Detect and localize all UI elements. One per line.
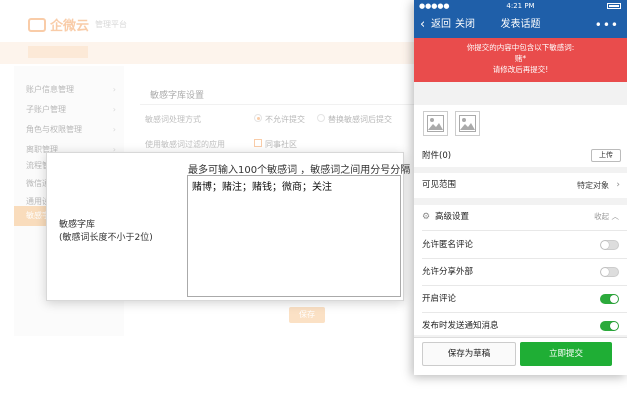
image-placeholder[interactable] [423, 111, 448, 136]
sidebar-item-roles[interactable]: 角色与权限管理 › [14, 120, 124, 140]
save-button[interactable]: 保存 [289, 307, 325, 323]
row-allow-anon: 允许匿名评论 [414, 232, 627, 258]
toggle-allow-share[interactable] [600, 267, 619, 277]
chevron-right-icon: › [112, 105, 116, 114]
advanced-settings: ⚙ 高级设置 收起 ︿ 允许匿名评论 允许分享外部 开启评论 发布时发送通知消息 [414, 205, 627, 335]
save-draft-button[interactable]: 保存为草稿 [422, 342, 516, 366]
toggle-allow-anon[interactable] [600, 240, 619, 250]
nav-bar: ‹ 返回 关闭 发表话题 ••• [414, 12, 627, 38]
image-icon [427, 115, 444, 132]
logo-text: 企微云 [50, 19, 90, 34]
row-allow-share: 允许分享外部 [414, 259, 627, 285]
admin-subtitle: 管理平台 [95, 20, 127, 29]
screenshot-stage: 企微云 管理平台 账户信息管理 › 子账户管理 › 角色与权限管理 › 离职管理 › 流… [0, 0, 627, 405]
alert-line: 请修改后再提交! [492, 65, 549, 74]
row-label: 允许匿名评论 [422, 240, 474, 250]
divider [140, 104, 420, 105]
sensitive-word-alert: 你提交的内容中包含以下敏感词: 赌* 请修改后再提交! [414, 38, 627, 82]
toggle-notify[interactable] [600, 321, 619, 331]
sidebar-item-subaccount[interactable]: 子账户管理 › [14, 100, 124, 120]
sensitive-words-dialog: 最多可输入100个敏感词 ，敏感词之间用分号分隔 敏感字库 (敏感词长度不小于2… [46, 152, 410, 301]
dialog-label: 敏感字库 (敏感词长度不小于2位) [59, 219, 153, 245]
dialog-label-note: (敏感词长度不小于2位) [59, 233, 153, 243]
sidebar-item-label: 子账户管理 [26, 105, 66, 114]
radio-disallow-label: 不允许提交 [265, 115, 305, 124]
page-title: 敏感字库设置 [150, 91, 205, 101]
gear-icon: ⚙ [422, 212, 431, 222]
advanced-label: 高级设置 [435, 212, 470, 222]
dialog-hint: 最多可输入100个敏感词 ，敏感词之间用分号分隔 [188, 165, 411, 176]
image-icon [459, 115, 476, 132]
divider [422, 230, 627, 231]
sidebar-item-account[interactable]: 账户信息管理 › [14, 80, 124, 100]
radio-replace-label: 替换敏感词后提交 [328, 115, 392, 124]
sidebar-item-label: 角色与权限管理 [26, 125, 82, 134]
row-label: 开启评论 [422, 294, 457, 304]
logo-icon [28, 18, 46, 32]
row-label: 发布时发送通知消息 [422, 321, 499, 331]
visibility-label: 可见范围 [422, 180, 457, 190]
toggle-enable-comment[interactable] [600, 294, 619, 304]
row-label: 允许分享外部 [422, 267, 474, 277]
chevron-right-icon: › [112, 85, 116, 94]
alert-word: 赌* [514, 54, 527, 63]
sidebar-item-label: 账户信息管理 [26, 85, 74, 94]
status-bar: ●●●●● 4:21 PM [414, 0, 627, 12]
checkbox-community[interactable] [254, 139, 262, 147]
row-notify: 发布时发送通知消息 [414, 313, 627, 339]
admin-active-tab[interactable] [28, 46, 88, 58]
radio-replace[interactable] [317, 114, 325, 122]
visibility-row[interactable]: 可见范围 特定对象 › [414, 173, 627, 198]
chevron-right-icon: › [112, 125, 116, 134]
radio-disallow[interactable] [254, 114, 262, 122]
visibility-value: 特定对象 [577, 181, 609, 190]
upload-button[interactable]: 上传 [591, 149, 621, 162]
row-enable-comment: 开启评论 [414, 286, 627, 312]
battery-icon [607, 3, 621, 9]
collapse-label: 收起 [594, 212, 610, 221]
sensitive-words-textarea[interactable]: 赌博；赌注；赌钱；微商；关注 [187, 175, 401, 297]
chevron-right-icon: › [616, 180, 620, 190]
checkbox-community-label: 同事社区 [265, 140, 297, 149]
status-time: 4:21 PM [506, 2, 535, 10]
alert-line: 你提交的内容中包含以下敏感词: [466, 43, 575, 52]
mobile-preview: ●●●●● 4:21 PM ‹ 返回 关闭 发表话题 ••• 你提交的内容中包含… [414, 0, 627, 375]
dialog-label-title: 敏感字库 [59, 220, 96, 230]
more-icon[interactable]: ••• [595, 12, 619, 38]
collapse-button[interactable]: 收起 ︿ [594, 205, 619, 229]
image-placeholder[interactable] [455, 111, 480, 136]
attachment-label: 附件(0) [422, 151, 452, 161]
method-label: 敏感词处理方式 [145, 115, 201, 124]
chevron-up-icon: ︿ [611, 212, 620, 221]
apply-label: 使用敏感词过滤的应用 [145, 140, 225, 149]
submit-button[interactable]: 立即提交 [520, 342, 612, 366]
advanced-header[interactable]: ⚙ 高级设置 收起 ︿ [414, 205, 627, 229]
attachment-row: 附件(0) 上传 [414, 145, 627, 167]
